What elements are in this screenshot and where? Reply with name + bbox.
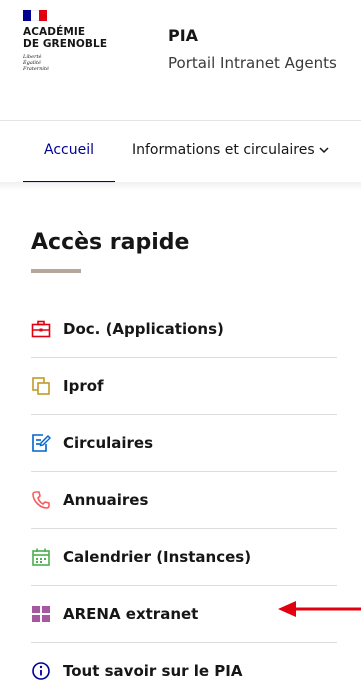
section-title-acces-rapide: Accès rapide	[31, 230, 190, 255]
service-tagline: Portail Intranet Agents	[168, 54, 337, 72]
info-icon	[31, 661, 51, 681]
logo-title-line2: DE GRENOBLE	[23, 38, 108, 50]
quick-link-label: Annuaires	[63, 491, 149, 509]
copy-icon	[31, 376, 51, 396]
quick-link-label: Calendrier (Instances)	[63, 548, 252, 566]
nav-item-informations-label: Informations et circulaires	[132, 142, 315, 158]
main-nav: Accueil Informations et circulaires	[0, 120, 361, 183]
phone-icon	[31, 490, 51, 510]
edit-document-icon	[31, 433, 51, 453]
briefcase-icon	[31, 319, 51, 339]
quick-link-calendrier-instances[interactable]: Calendrier (Instances)	[31, 529, 337, 586]
red-arrow-icon	[278, 598, 361, 620]
quick-link-label: Iprof	[63, 377, 104, 395]
nav-item-accueil-label: Accueil	[44, 142, 94, 158]
quick-link-circulaires[interactable]: Circulaires	[31, 415, 337, 472]
quick-link-doc-applications[interactable]: Doc. (Applications)	[31, 301, 337, 358]
french-flag-icon	[23, 10, 47, 21]
quick-link-label: Tout savoir sur le PIA	[63, 662, 243, 680]
quick-link-tout-savoir-pia[interactable]: Tout savoir sur le PIA	[31, 643, 337, 699]
grid-icon	[31, 604, 51, 624]
quick-link-annuaires[interactable]: Annuaires	[31, 472, 337, 529]
quick-link-iprof[interactable]: Iprof	[31, 358, 337, 415]
motto-fraternite: Fraternité	[23, 66, 49, 72]
quick-link-label: ARENA extranet	[63, 605, 199, 623]
logo-title-line1: ACADÉMIE	[23, 26, 86, 38]
quick-link-label: Circulaires	[63, 434, 154, 452]
service-name[interactable]: PIA	[168, 26, 198, 45]
nav-item-accueil[interactable]: Accueil	[23, 121, 115, 183]
calendar-icon	[31, 547, 51, 567]
site-header: ACADÉMIE DE GRENOBLE Liberté Égalité Fra…	[0, 0, 361, 120]
logo-motto: Liberté Égalité Fraternité	[23, 54, 107, 72]
chevron-down-icon	[319, 121, 329, 179]
academie-logo[interactable]: ACADÉMIE DE GRENOBLE Liberté Égalité Fra…	[23, 10, 107, 72]
quick-links-list: Doc. (Applications) Iprof Circulaires An…	[31, 301, 337, 699]
title-underline	[31, 269, 81, 273]
nav-item-informations-circulaires[interactable]: Informations et circulaires	[132, 121, 329, 181]
logo-title: ACADÉMIE DE GRENOBLE	[23, 26, 107, 50]
quick-link-label: Doc. (Applications)	[63, 320, 224, 338]
nav-shadow	[0, 182, 361, 190]
